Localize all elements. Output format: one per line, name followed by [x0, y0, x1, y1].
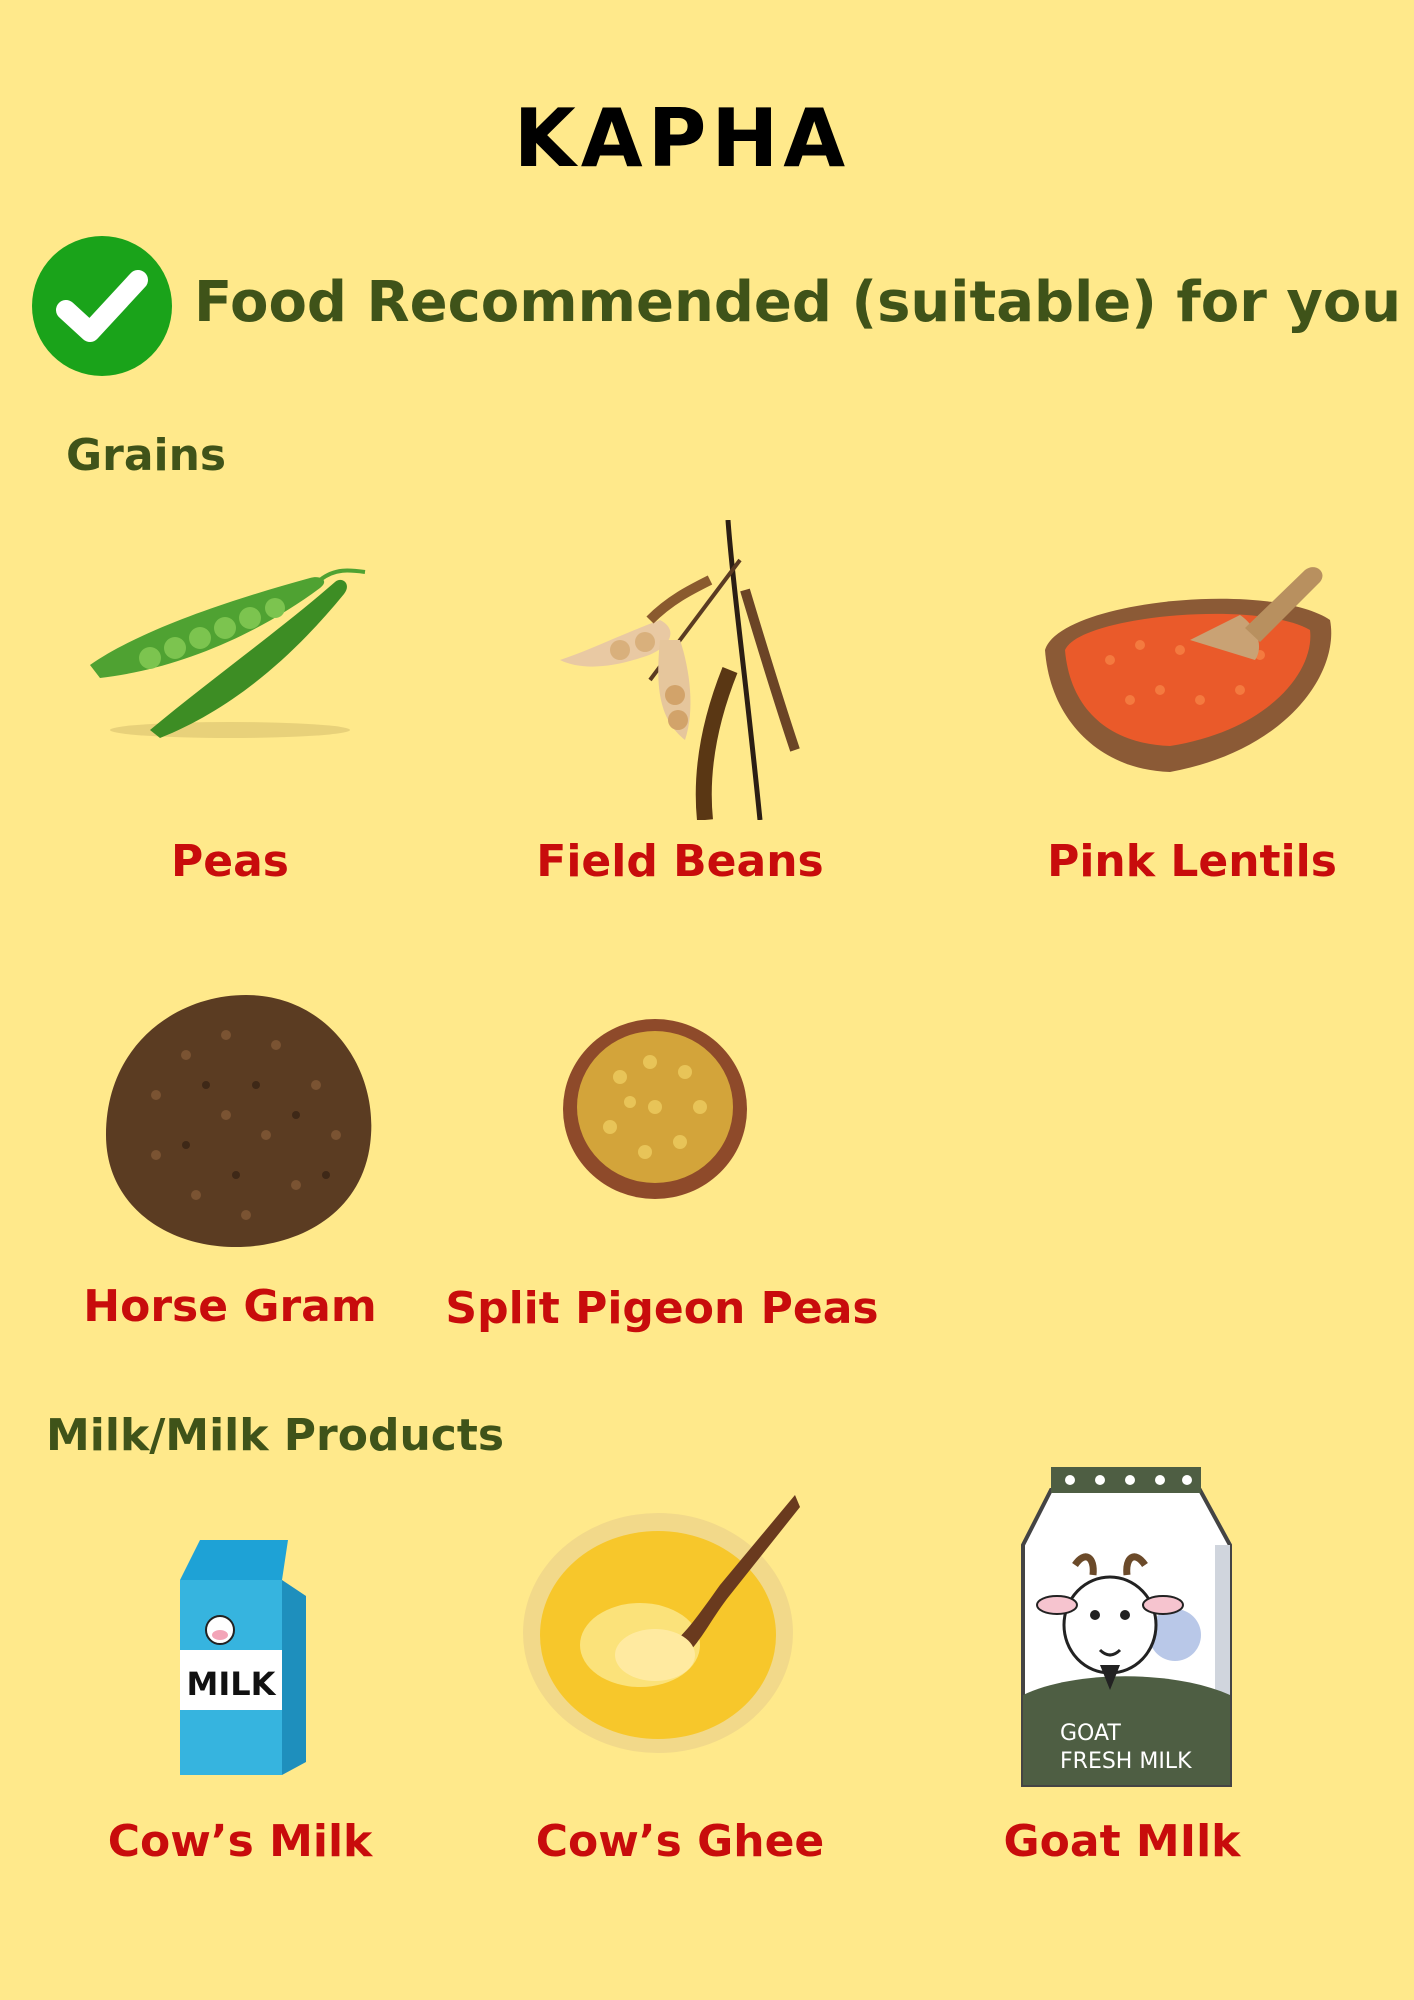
- item-label-split-pigeon-peas: Split Pigeon Peas: [445, 1283, 879, 1334]
- split-pigeon-peas-icon: [560, 1017, 750, 1202]
- svg-text:FRESH MILK: FRESH MILK: [1060, 1749, 1192, 1774]
- item-label-goat-milk: Goat MIlk: [1003, 1816, 1241, 1867]
- section-heading-milk-products: Milk/Milk Products: [46, 1410, 505, 1461]
- field-beans-icon: [560, 520, 810, 820]
- check-icon: [32, 236, 172, 376]
- pink-lentils-icon: [1040, 550, 1340, 780]
- milk-carton-icon: MILK: [170, 1540, 310, 1780]
- horse-gram-icon: [96, 985, 386, 1255]
- item-label-cows-ghee: Cow’s Ghee: [535, 1816, 825, 1867]
- item-label-cows-milk: Cow’s Milk: [107, 1816, 373, 1867]
- item-label-pink-lentils: Pink Lentils: [1047, 836, 1337, 887]
- peas-icon: [80, 560, 380, 750]
- svg-text:GOAT: GOAT: [1060, 1721, 1121, 1746]
- page-title: KAPHA: [513, 92, 851, 185]
- item-label-peas: Peas: [171, 836, 289, 887]
- item-label-horse-gram: Horse Gram: [83, 1281, 377, 1332]
- goat-milk-pack-icon: GOAT FRESH MILK: [1015, 1465, 1235, 1800]
- section-heading-grains: Grains: [66, 430, 227, 481]
- ghee-jar-icon: [520, 1495, 800, 1755]
- item-label-field-beans: Field Beans: [536, 836, 824, 887]
- svg-text:MILK: MILK: [187, 1665, 277, 1703]
- subtitle: Food Recommended (suitable) for you :: [194, 270, 1414, 335]
